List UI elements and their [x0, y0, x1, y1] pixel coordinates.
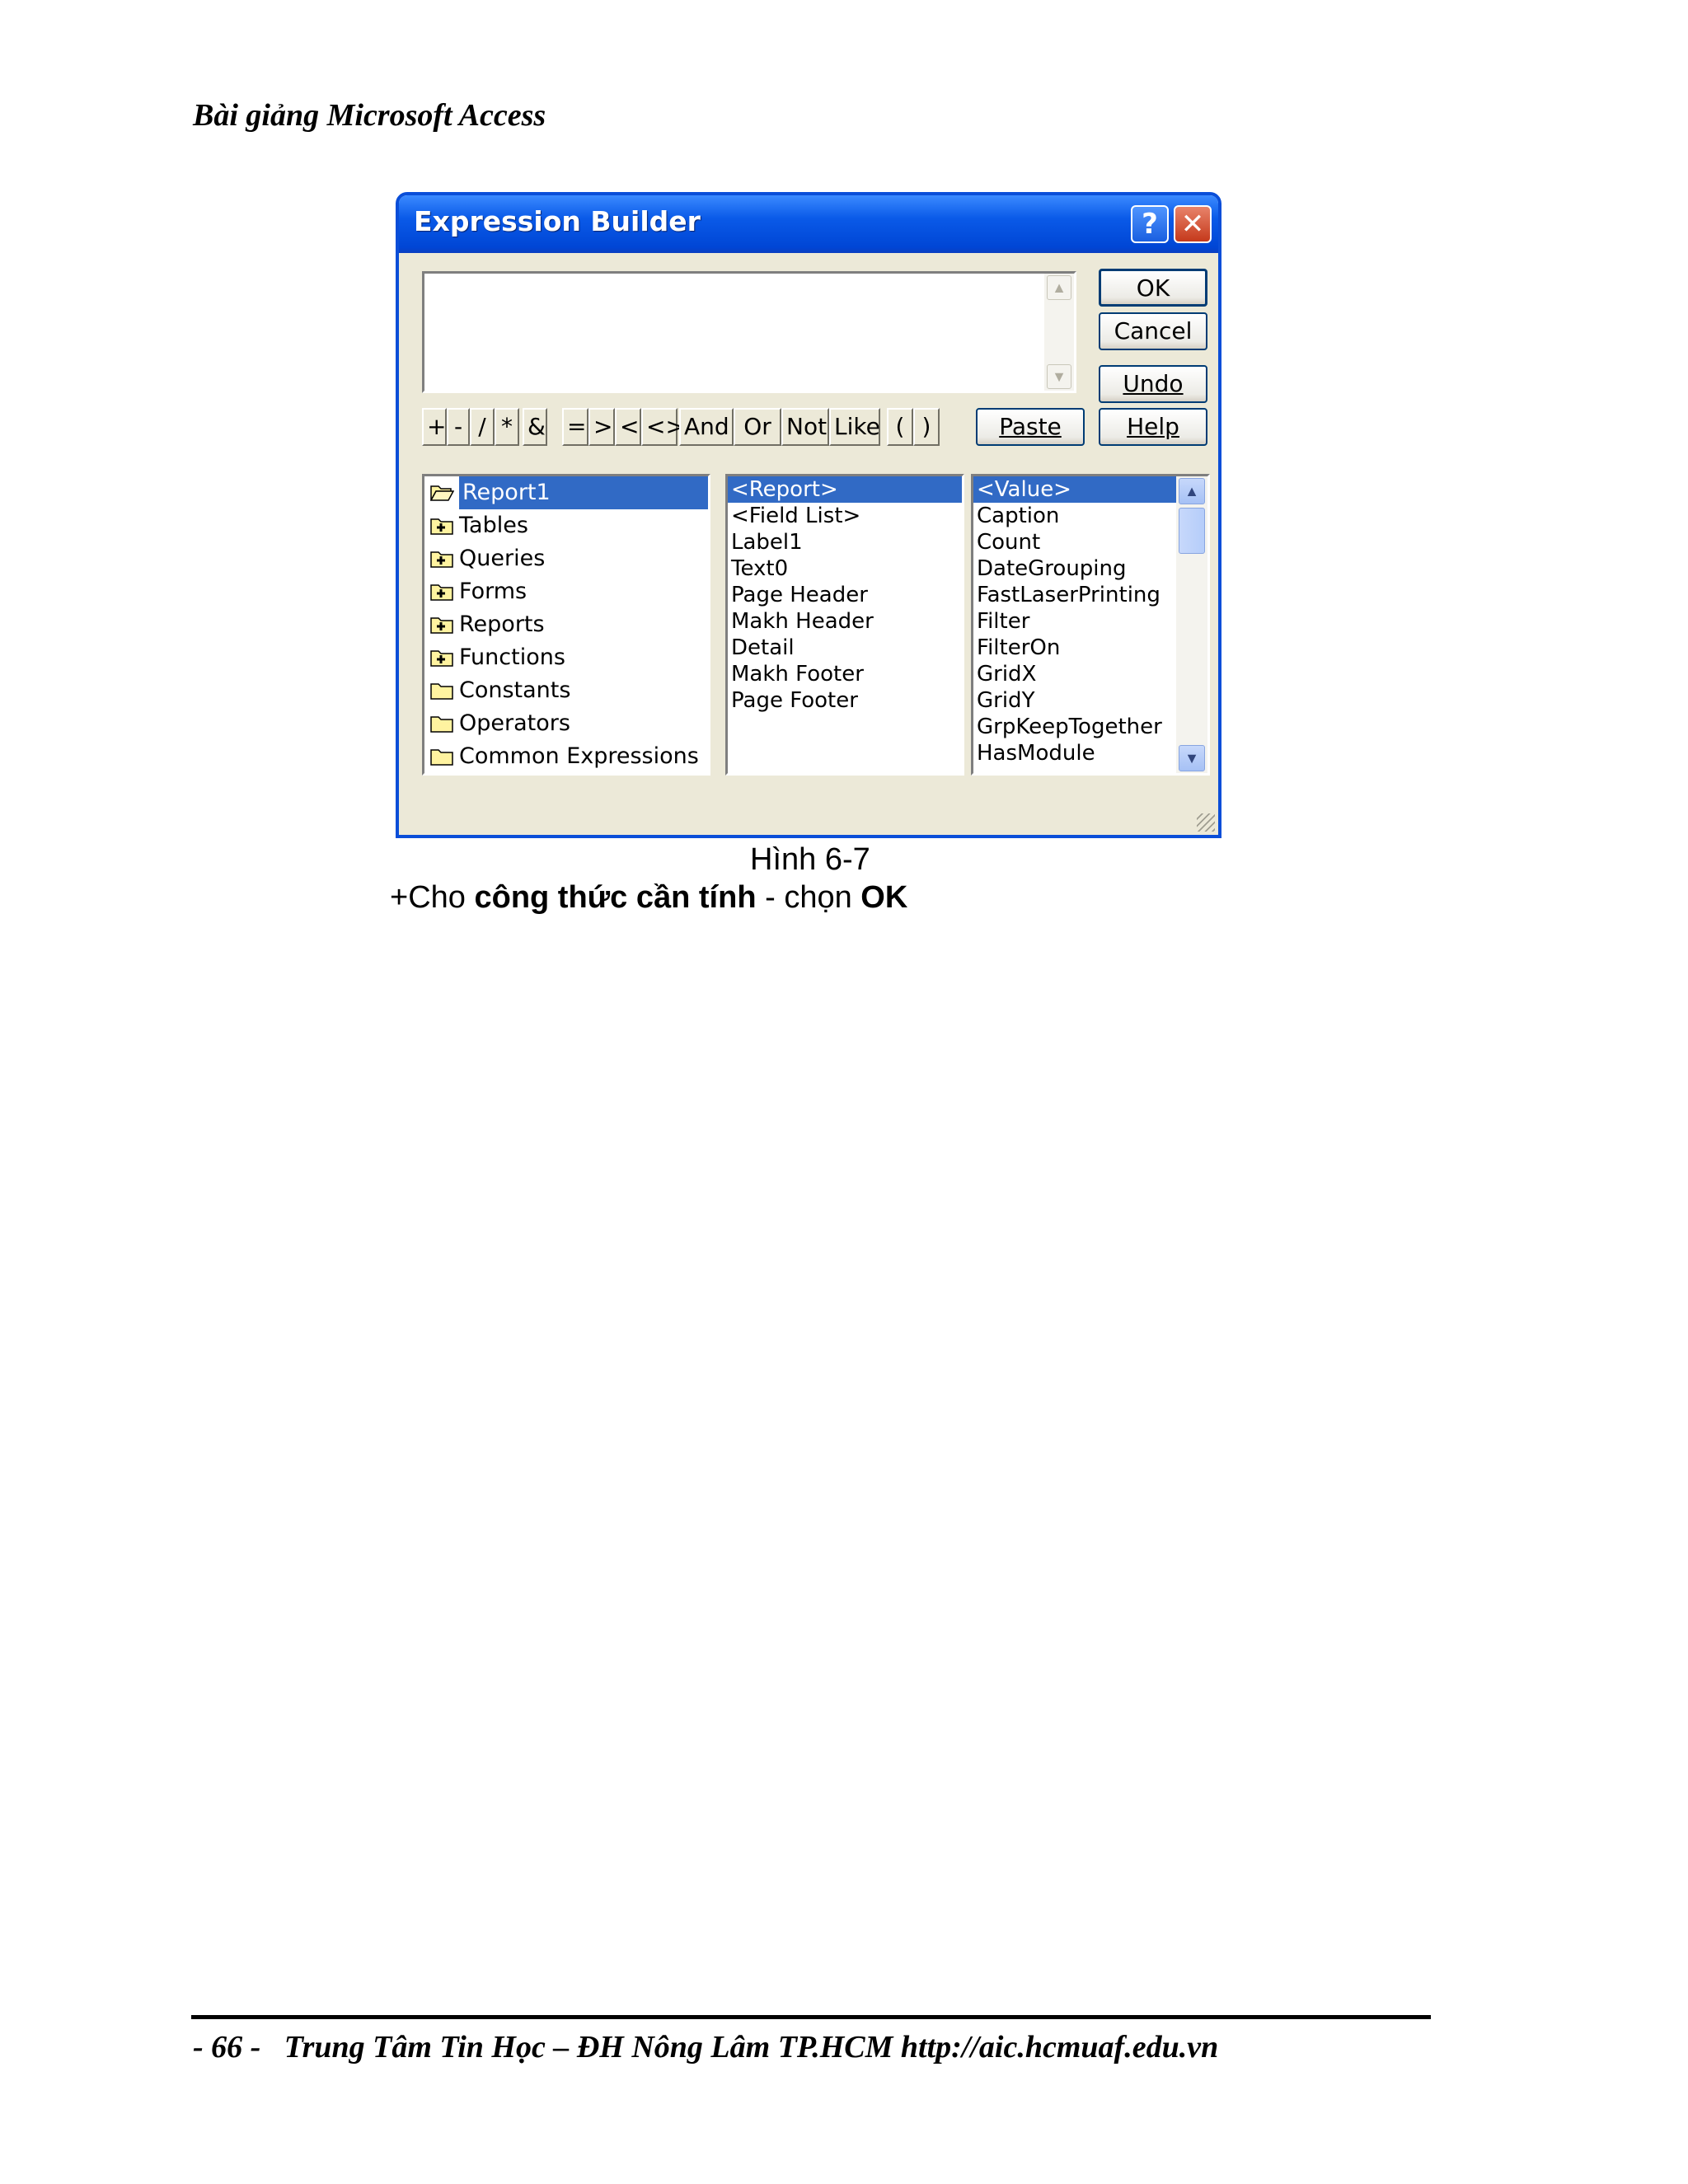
property-list: <Value> Caption Count DateGrouping FastL… [971, 474, 1210, 776]
expand-folder-icon [430, 518, 453, 535]
cancel-button[interactable]: Cancel [1099, 312, 1207, 350]
list-item[interactable]: Label1 [728, 529, 962, 555]
list-item[interactable]: HasModule [973, 740, 1176, 766]
list-item[interactable]: <Field List> [728, 503, 962, 529]
tree-item-constants[interactable]: Constants [424, 674, 708, 707]
help-title-button[interactable]: ? [1131, 205, 1169, 243]
list-item[interactable]: Page Footer [728, 687, 962, 714]
page-footer: - 66 - Trung Tâm Tin Học – ĐH Nông Lâm T… [193, 2030, 1219, 2064]
list-item-value[interactable]: <Value> [973, 476, 1176, 503]
expand-folder-icon [430, 617, 453, 634]
scroll-down-icon[interactable]: ▼ [1179, 745, 1205, 771]
undo-button[interactable]: Undo [1099, 365, 1207, 403]
document-header: Bài giảng Microsoft Access [193, 98, 546, 133]
op-concat-button[interactable]: & [523, 408, 547, 446]
op-divide-button[interactable]: / [470, 408, 495, 446]
list-item[interactable]: GrpKeepTogether [973, 714, 1176, 740]
tree-item-queries[interactable]: Queries [424, 542, 708, 575]
list-item[interactable]: Caption [973, 503, 1176, 529]
folder-tree-list: Report1 Tables Queries Forms Reports Fun… [422, 474, 710, 776]
dialog-title: Expression Builder [414, 205, 701, 237]
title-bar[interactable]: Expression Builder ? ✕ [399, 195, 1218, 253]
tree-label: Forms [459, 579, 528, 604]
operator-group-logic: And Or Not Like [679, 408, 880, 448]
list-item-report[interactable]: <Report> [728, 476, 962, 503]
expand-folder-icon [430, 551, 453, 568]
tree-label: Functions [459, 644, 565, 670]
list-item[interactable]: Text0 [728, 555, 962, 582]
property-items: <Value> Caption Count DateGrouping FastL… [973, 476, 1176, 766]
tree-item-functions[interactable]: Functions [424, 641, 708, 674]
list-item[interactable]: FastLaserPrinting [973, 582, 1176, 608]
expression-builder-dialog: Expression Builder ? ✕ ▲ ▼ OK Cancel Und… [396, 192, 1221, 838]
paste-button[interactable]: Paste [976, 408, 1085, 446]
instruction-bold-formula: công thức cần tính [474, 880, 757, 915]
tree-label: Reports [459, 612, 545, 637]
open-folder-icon [429, 485, 454, 501]
list-item[interactable]: FilterOn [973, 635, 1176, 661]
scroll-thumb[interactable] [1179, 508, 1205, 554]
tree-label: Constants [459, 677, 571, 703]
instruction-bold-ok: OK [860, 880, 908, 915]
op-not-button[interactable]: Not [781, 408, 829, 446]
scroll-up-icon[interactable]: ▲ [1179, 478, 1205, 504]
tree-item-operators[interactable]: Operators [424, 707, 708, 740]
list-item[interactable]: DateGrouping [973, 555, 1176, 582]
op-notequal-button[interactable]: <> [641, 408, 685, 446]
operator-group-paren: ( ) [887, 408, 940, 448]
expand-folder-icon [430, 650, 453, 667]
op-open-paren-button[interactable]: ( [887, 408, 913, 446]
tree-item-common-expressions[interactable]: Common Expressions [424, 740, 708, 773]
instruction-prefix: +Cho [390, 880, 475, 915]
operator-group-arith: + - / * [422, 408, 519, 448]
op-multiply-button[interactable]: * [495, 408, 519, 446]
op-greater-button[interactable]: > [588, 408, 615, 446]
expand-folder-icon [430, 584, 453, 601]
op-plus-button[interactable]: + [422, 408, 447, 446]
close-button[interactable]: ✕ [1174, 205, 1212, 243]
footer-rule [191, 2015, 1431, 2019]
tree-item-reports[interactable]: Reports [424, 608, 708, 641]
operator-group-compare: = > < <> [562, 408, 685, 448]
instruction-middle: - chọn [756, 880, 861, 915]
help-button[interactable]: Help [1099, 408, 1207, 446]
tree-item-tables[interactable]: Tables [424, 509, 708, 542]
list-item[interactable]: Detail [728, 635, 962, 661]
op-or-button[interactable]: Or [734, 408, 781, 446]
list-item[interactable]: Makh Footer [728, 661, 962, 687]
tree-label: Queries [459, 546, 546, 571]
list-item[interactable]: Makh Header [728, 608, 962, 635]
property-scrollbar[interactable]: ▲ ▼ [1176, 476, 1207, 773]
resize-grip-icon[interactable] [1197, 813, 1215, 832]
op-and-button[interactable]: And [679, 408, 734, 446]
operator-group-concat: & [523, 408, 547, 448]
folder-icon [430, 749, 453, 766]
op-close-paren-button[interactable]: ) [913, 408, 940, 446]
tree-item-report1[interactable]: Report1 [424, 476, 708, 509]
list-item[interactable]: GridY [973, 687, 1176, 714]
op-equal-button[interactable]: = [562, 408, 588, 446]
tree-label: Tables [459, 513, 528, 538]
tree-item-forms[interactable]: Forms [424, 575, 708, 608]
list-item[interactable]: Count [973, 529, 1176, 555]
object-list: <Report> <Field List> Label1 Text0 Page … [725, 474, 964, 776]
list-item[interactable]: Filter [973, 608, 1176, 635]
tree-label: Report1 [459, 476, 708, 509]
figure-caption: Hình 6-7 [750, 842, 870, 877]
expression-scrollbar[interactable]: ▲ ▼ [1044, 274, 1074, 391]
list-item[interactable]: GridX [973, 661, 1176, 687]
tree-label: Operators [459, 710, 570, 736]
expression-box[interactable]: ▲ ▼ [422, 271, 1076, 393]
scroll-up-icon[interactable]: ▲ [1047, 275, 1071, 300]
tree-label: Common Expressions [459, 743, 699, 769]
instruction-text: +Cho công thức cần tính - chọn OK [390, 880, 907, 916]
ok-button[interactable]: OK [1099, 269, 1207, 307]
folder-icon [430, 683, 453, 700]
op-less-button[interactable]: < [615, 408, 641, 446]
list-item[interactable]: Page Header [728, 582, 962, 608]
op-minus-button[interactable]: - [447, 408, 470, 446]
op-like-button[interactable]: Like [829, 408, 880, 446]
folder-icon [430, 716, 453, 733]
scroll-down-icon[interactable]: ▼ [1047, 364, 1071, 389]
